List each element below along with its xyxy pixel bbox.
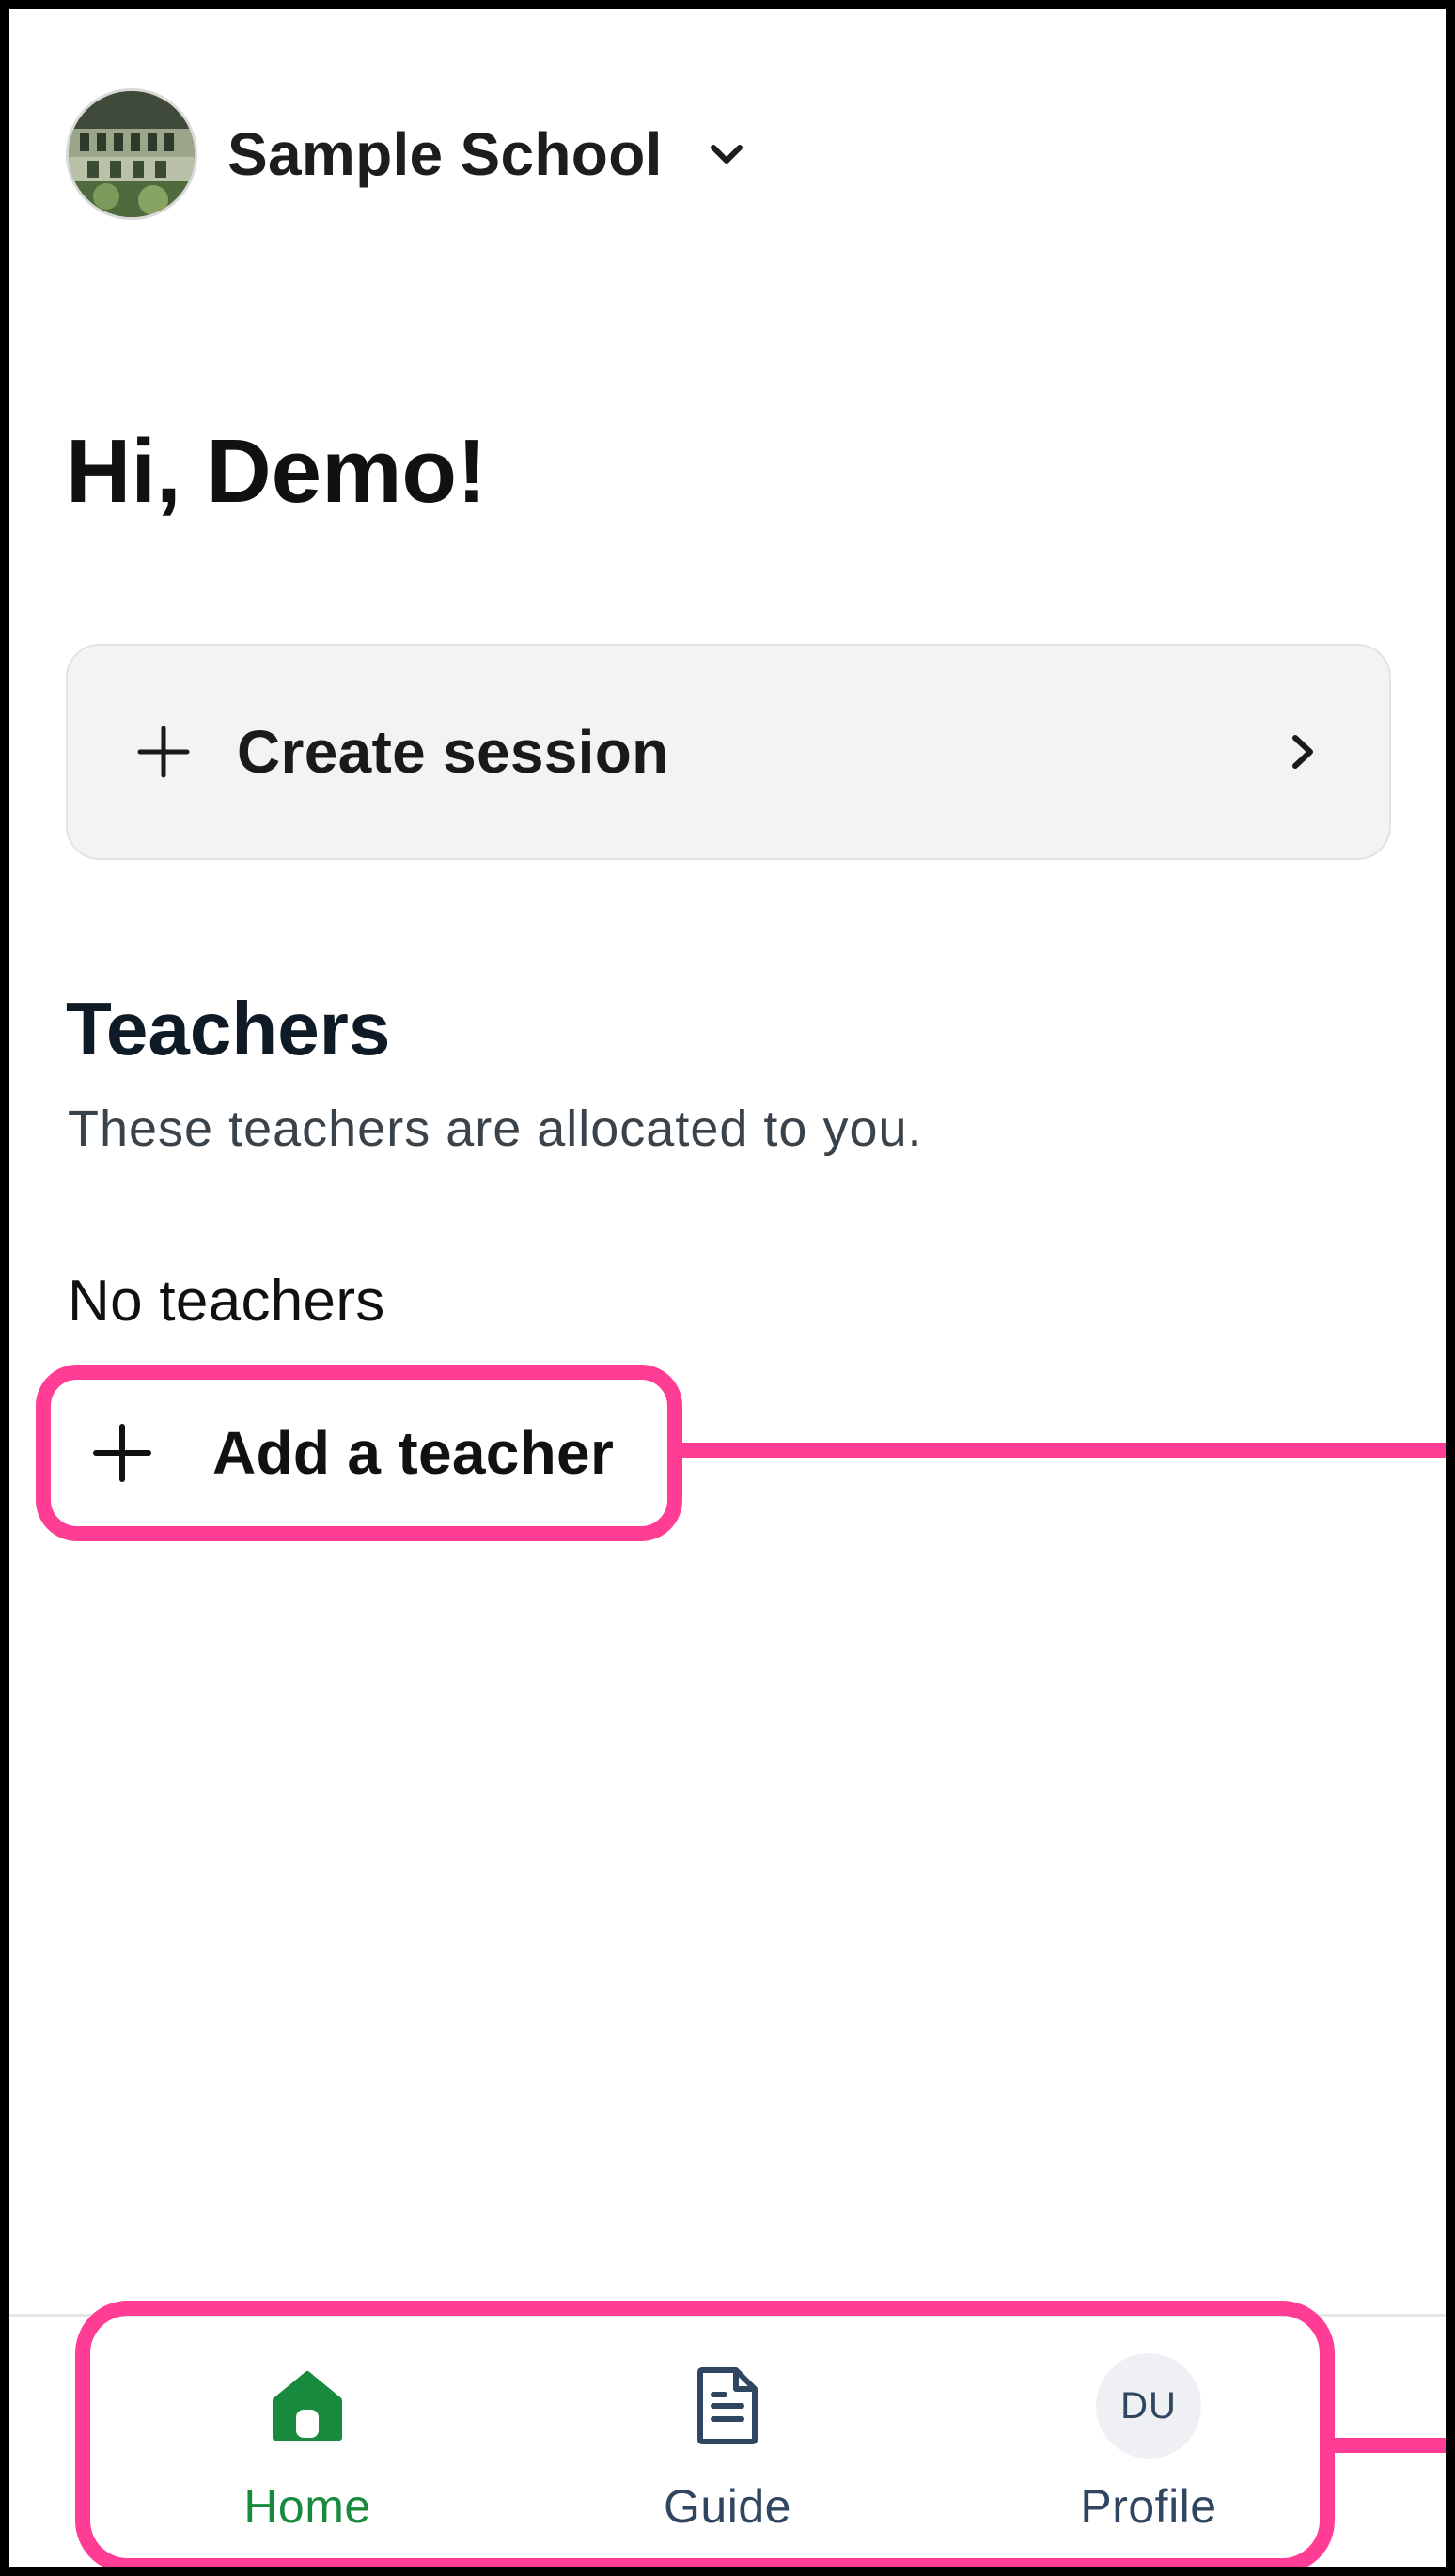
plus-icon (93, 1424, 151, 1482)
plus-icon (137, 726, 190, 778)
callout-line-bottom-nav (1331, 2438, 1455, 2453)
profile-avatar: DU (1096, 2353, 1201, 2459)
teachers-subtitle: These teachers are allocated to you. (68, 1101, 923, 1157)
document-icon (697, 2367, 758, 2444)
greeting-heading: Hi, Demo! (66, 421, 488, 522)
school-switcher[interactable]: Sample School (66, 88, 749, 220)
empty-state-text: No teachers (68, 1269, 385, 1334)
chevron-right-icon (1292, 735, 1313, 769)
create-session-label: Create session (237, 718, 669, 786)
nav-item-profile[interactable]: DU Profile (1008, 2353, 1290, 2542)
add-teacher-button[interactable]: Add a teacher (36, 1365, 682, 1541)
nav-label-guide: Guide (664, 2480, 791, 2533)
nav-label-home: Home (243, 2480, 371, 2533)
school-avatar (66, 88, 197, 220)
nav-item-home[interactable]: Home (166, 2354, 448, 2542)
teachers-heading: Teachers (66, 987, 391, 1070)
callout-line-add-teacher (679, 1443, 1455, 1458)
nav-item-guide[interactable]: Guide (587, 2354, 868, 2542)
nav-label-profile: Profile (1080, 2480, 1217, 2533)
home-icon (273, 2371, 342, 2441)
add-teacher-label: Add a teacher (212, 1419, 615, 1487)
create-session-button[interactable]: Create session (66, 644, 1391, 860)
chevron-down-icon (710, 145, 743, 164)
school-name: Sample School (227, 120, 663, 188)
